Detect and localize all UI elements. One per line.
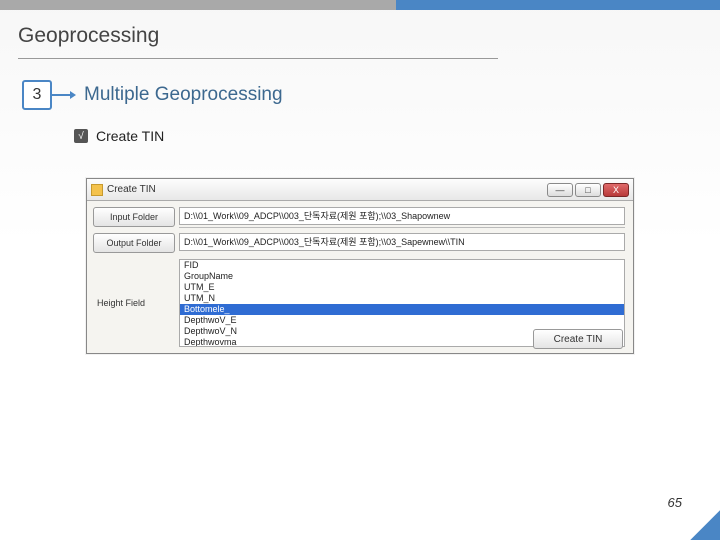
list-item[interactable]: UTM_E [180,282,624,293]
title-underline [18,58,498,59]
output-folder-button[interactable]: Output Folder [93,233,175,253]
dialog-titlebar[interactable]: Create TIN — □ X [87,179,633,201]
section-title: Multiple Geoprocessing [84,84,283,106]
bullet-item: √ Create TIN [74,128,164,144]
slide-title-area: Geoprocessing [18,24,698,59]
input-folder-field[interactable]: D:\\01_Work\\09_ADCP\\003_단독자료(제원 포함);\\… [179,207,625,225]
output-folder-row: Output Folder D:\\01_Work\\09_ADCP\\003_… [93,233,625,253]
maximize-button[interactable]: □ [575,183,601,197]
section-heading: 3 Multiple Geoprocessing [22,80,283,110]
check-icon: √ [74,129,88,143]
minimize-button[interactable]: — [547,183,573,197]
app-icon [91,184,103,196]
create-tin-dialog: Create TIN — □ X Input Folder D:\\01_Wor… [86,178,634,354]
height-field-label: Height Field [93,298,175,308]
corner-accent-icon [678,498,720,540]
list-item[interactable]: DepthwoV_E [180,315,624,326]
window-controls: — □ X [547,183,629,197]
input-folder-row: Input Folder D:\\01_Work\\09_ADCP\\003_단… [93,207,625,227]
top-accent-bar [0,0,720,10]
create-tin-button[interactable]: Create TIN [533,329,623,349]
list-item[interactable]: GroupName [180,271,624,282]
arrow-icon [52,94,70,96]
dialog-title: Create TIN [107,184,156,195]
list-item[interactable]: UTM_N [180,293,624,304]
input-folder-button[interactable]: Input Folder [93,207,175,227]
dialog-title-left: Create TIN [91,184,156,196]
slide-title: Geoprocessing [18,24,698,52]
dialog-body: Input Folder D:\\01_Work\\09_ADCP\\003_단… [87,201,633,353]
list-item[interactable]: FID [180,260,624,271]
output-folder-field[interactable]: D:\\01_Work\\09_ADCP\\003_단독자료(제원 포함);\\… [179,233,625,251]
close-button[interactable]: X [603,183,629,197]
bullet-text: Create TIN [96,128,164,144]
section-number-box: 3 [22,80,52,110]
divider [179,227,625,228]
list-item[interactable]: Bottomele_ [180,304,624,315]
slide: Geoprocessing 3 Multiple Geoprocessing √… [0,0,720,540]
